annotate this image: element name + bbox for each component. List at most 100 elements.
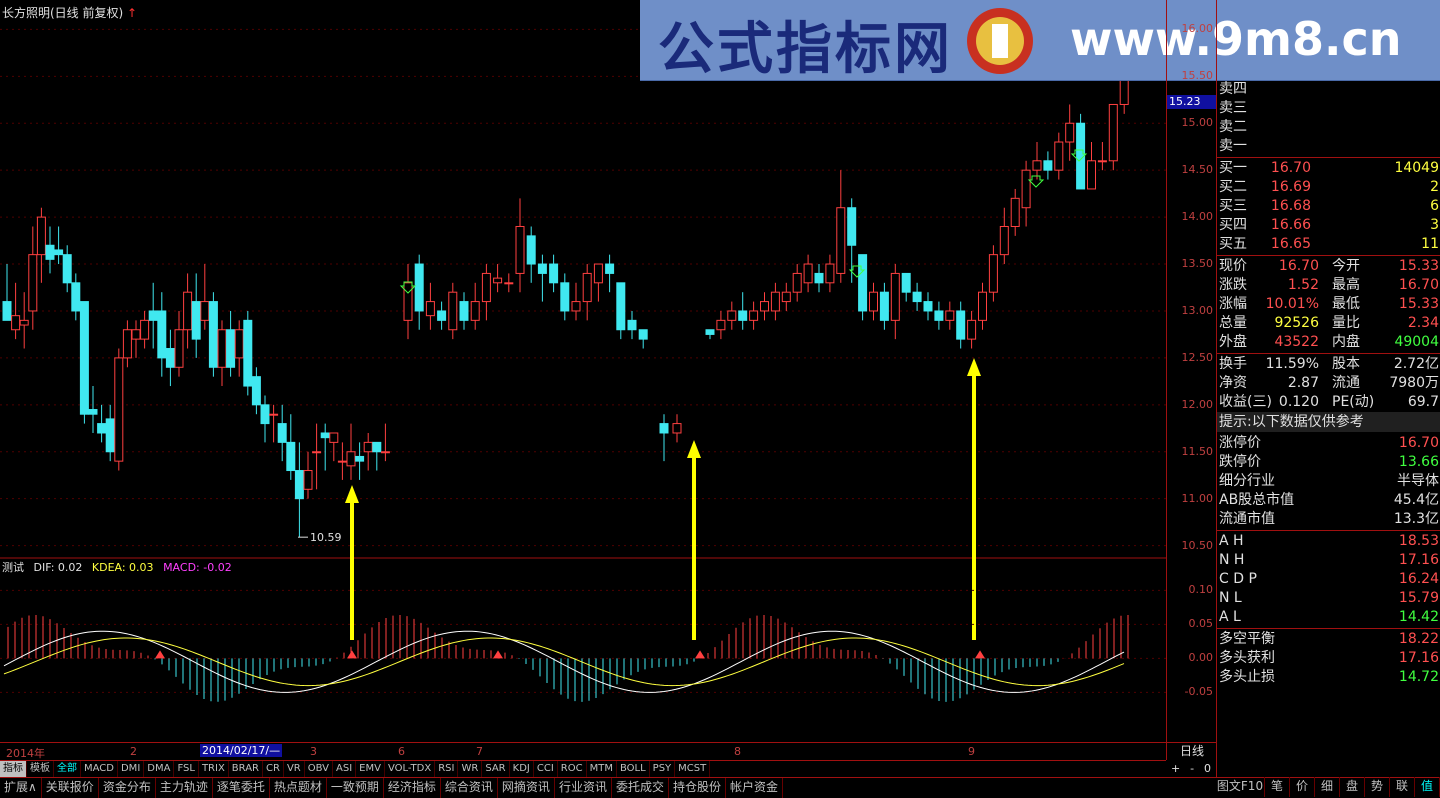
level-row: N H 17.16	[1219, 551, 1439, 570]
indicator-tab[interactable]: ROC	[558, 761, 587, 778]
zoom-reset-button[interactable]: 0	[1204, 762, 1211, 775]
candle	[54, 249, 64, 256]
indicator-tab[interactable]: VOL-TDX	[385, 761, 436, 778]
candle	[71, 282, 81, 312]
zoom-in-button[interactable]: +	[1171, 762, 1180, 775]
indicator-tab[interactable]: TRIX	[199, 761, 229, 778]
side-tab[interactable]: 联	[1390, 777, 1415, 797]
candle	[277, 423, 287, 443]
side-tab[interactable]: 盘	[1340, 777, 1365, 797]
bottom-tab[interactable]: 扩展∧	[0, 778, 42, 798]
indicator-tab[interactable]: FSL	[174, 761, 199, 778]
chart-area[interactable]: 10.59 长方照明(日线 前复权) ↑ 测试 DIF: 0.02 KDEA: …	[0, 0, 1166, 760]
candle	[2, 301, 12, 321]
side-tab[interactable]: 值	[1415, 777, 1440, 797]
f10-button[interactable]: 图文F10	[1216, 777, 1265, 797]
indicator-tab[interactable]: 全部	[54, 761, 81, 778]
indicator-tab[interactable]: WR	[458, 761, 483, 778]
indicator-tab[interactable]: KDJ	[510, 761, 534, 778]
indicator-tab[interactable]: ASI	[333, 761, 357, 778]
period-button[interactable]: 日线	[1166, 742, 1217, 760]
buy-row: 买二 16.69 2	[1219, 178, 1439, 197]
price-tick: 16.00	[1181, 22, 1214, 36]
sell-row: 卖三	[1219, 99, 1439, 118]
chart-title: 长方照明(日线 前复权) ↑	[2, 6, 138, 20]
candle	[847, 207, 857, 246]
panel-value: 卖四	[1219, 81, 1247, 97]
bottom-tab[interactable]: 资金分布	[99, 778, 156, 798]
bottom-tab[interactable]: 帐户资金	[726, 778, 783, 798]
date-m3: 3	[310, 745, 317, 758]
bottom-tab[interactable]: 关联报价	[42, 778, 99, 798]
buy-row: 买三 16.68 6	[1219, 197, 1439, 216]
indicator-tab[interactable]: EMV	[356, 761, 385, 778]
side-tab[interactable]: 笔	[1265, 777, 1290, 797]
zoom-out-button[interactable]: -	[1190, 762, 1194, 775]
indicator-tab[interactable]: MCST	[675, 761, 711, 778]
banner-cn-text: 公式指标网	[658, 17, 953, 82]
panel-separator	[1217, 157, 1440, 158]
candle	[448, 291, 458, 331]
candle	[659, 423, 669, 434]
candle	[638, 329, 648, 340]
indicator-tab[interactable]: RSI	[435, 761, 459, 778]
candle	[605, 263, 615, 274]
panel-value: 17.16	[1398, 650, 1439, 666]
sell-row: 卖一	[1219, 137, 1439, 156]
bottom-tab[interactable]: 经济指标	[384, 778, 441, 798]
price-tick: 15.50	[1181, 69, 1214, 83]
bottom-tab[interactable]: 行业资讯	[555, 778, 612, 798]
bottom-tab[interactable]: 一致预期	[327, 778, 384, 798]
indicator-tab[interactable]: DMA	[144, 761, 175, 778]
candle	[470, 301, 480, 321]
indicator-tab[interactable]: BRAR	[229, 761, 263, 778]
indicator-tab[interactable]: PSY	[650, 761, 676, 778]
candle	[1108, 103, 1118, 162]
panel-value: 多空平衡	[1219, 631, 1275, 647]
info-row: AB股总市值 45.4亿	[1219, 491, 1439, 510]
side-tab[interactable]: 势	[1365, 777, 1390, 797]
panel-separator	[1217, 628, 1440, 629]
candle	[1097, 160, 1107, 163]
bottom-tab[interactable]: 委托成交	[612, 778, 669, 798]
info-row: 涨停价 16.70	[1219, 434, 1439, 453]
bottom-tab[interactable]: 热点题材	[270, 778, 327, 798]
indicator-tab[interactable]: OBV	[305, 761, 333, 778]
current-price-tag: 15.23	[1167, 94, 1217, 109]
indicator-tab[interactable]: MTM	[587, 761, 617, 778]
candle	[593, 263, 603, 284]
bottom-tab[interactable]: 主力轨迹	[156, 778, 213, 798]
candle	[79, 301, 89, 415]
candle	[967, 319, 977, 340]
candle	[1043, 160, 1053, 171]
panel-value: 16.68	[1270, 198, 1311, 214]
candle	[105, 418, 115, 453]
indicator-tab[interactable]: BOLL	[617, 761, 650, 778]
side-tab[interactable]: 细	[1315, 777, 1340, 797]
low-label: 10.59	[310, 531, 342, 544]
signal-arrow-head	[345, 485, 359, 503]
indicator-tab[interactable]: SAR	[482, 761, 510, 778]
bottom-tab[interactable]: 持仓股份	[669, 778, 726, 798]
panel-value: 15.79	[1398, 590, 1439, 606]
bottom-tab[interactable]: 综合资讯	[441, 778, 498, 798]
price-tick: 11.00	[1181, 491, 1214, 505]
indicator-tab[interactable]: CR	[263, 761, 284, 778]
kline-chart[interactable]: 10.59	[0, 0, 1166, 760]
bottom-tab[interactable]: 网摘资讯	[498, 778, 555, 798]
indicator-tab[interactable]: CCI	[534, 761, 558, 778]
indicator-tab[interactable]: 模板	[27, 761, 54, 778]
price-tick: 10.50	[1181, 538, 1214, 552]
indicator-tab[interactable]: MACD	[81, 761, 118, 778]
signal-arrow-head	[967, 358, 981, 376]
candle	[183, 291, 193, 331]
indicator-tab[interactable]: 指标	[0, 761, 27, 778]
candle	[165, 348, 175, 368]
indicator-tab[interactable]: VR	[284, 761, 305, 778]
panel-value: 卖一	[1219, 138, 1247, 154]
side-tab[interactable]: 价	[1290, 777, 1315, 797]
panel-value: 卖三	[1219, 100, 1247, 116]
indicator-tab[interactable]: DMI	[118, 761, 145, 778]
bottom-tab[interactable]: 逐笔委托	[213, 778, 270, 798]
candle	[19, 319, 29, 326]
